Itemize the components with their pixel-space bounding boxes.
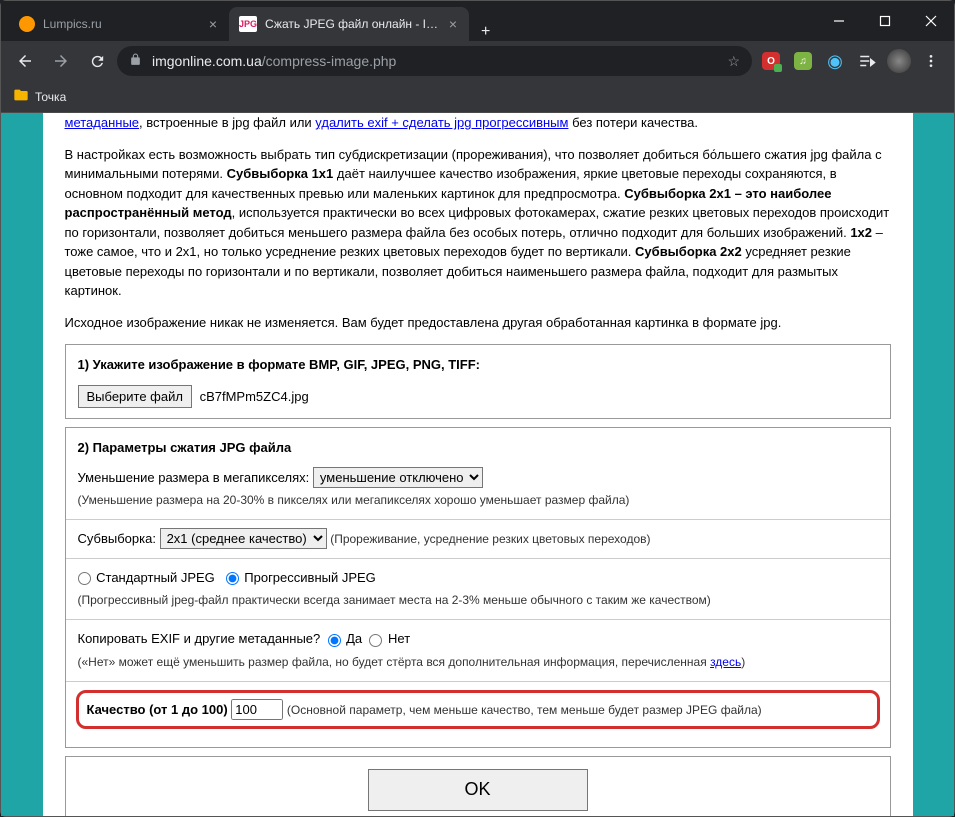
close-window-button[interactable] bbox=[908, 1, 954, 41]
close-icon[interactable]: × bbox=[207, 14, 219, 34]
new-tab-button[interactable]: + bbox=[469, 23, 502, 41]
favicon-icon: JPG bbox=[239, 16, 257, 32]
ok-button[interactable]: OK bbox=[368, 769, 588, 811]
megapixels-select[interactable]: уменьшение отключено bbox=[313, 467, 483, 488]
link-exif-info[interactable]: здесь bbox=[710, 655, 741, 669]
param-exif: Копировать EXIF и другие метаданные? Да … bbox=[78, 628, 878, 672]
folder-icon bbox=[13, 87, 29, 106]
toolbar: imgonline.com.ua/compress-image.php ☆ O … bbox=[1, 41, 954, 81]
section-title: 1) Укажите изображение в формате BMP, GI… bbox=[78, 355, 878, 375]
lock-icon bbox=[129, 53, 142, 69]
tab-title: Сжать JPEG файл онлайн - IMG bbox=[265, 17, 439, 31]
hint: (Уменьшение размера на 20-30% в пикселях… bbox=[78, 493, 630, 507]
radio-exif-no[interactable]: Нет bbox=[369, 631, 410, 646]
selected-filename: cB7fMPm5ZC4.jpg bbox=[200, 389, 309, 404]
label: Уменьшение размера в мегапикселях: bbox=[78, 470, 310, 485]
section-submit: OK Обработка обычно длится 0.5-20 секунд… bbox=[65, 756, 891, 816]
tab-imgonline[interactable]: JPG Сжать JPEG файл онлайн - IMG × bbox=[229, 7, 469, 41]
minimize-button[interactable] bbox=[816, 1, 862, 41]
viewport[interactable]: метаданные, встроенные в jpg файл или уд… bbox=[1, 113, 954, 816]
quality-label: Качество (от 1 до 100) bbox=[87, 702, 228, 717]
titlebar: Lumpics.ru × JPG Сжать JPEG файл онлайн … bbox=[1, 1, 954, 41]
window-controls bbox=[816, 1, 954, 41]
subsampling-select[interactable]: 2x1 (среднее качество) bbox=[160, 528, 327, 549]
separator bbox=[66, 681, 890, 682]
radio-exif-yes[interactable]: Да bbox=[328, 631, 363, 646]
profile-avatar[interactable] bbox=[884, 46, 914, 76]
hint: (Прореживание, усреднение резких цветовы… bbox=[330, 532, 650, 546]
star-icon[interactable]: ☆ bbox=[727, 53, 740, 70]
menu-button[interactable] bbox=[916, 46, 946, 76]
disclaimer-paragraph: Исходное изображение никак не изменяется… bbox=[65, 313, 891, 333]
label: Субвыборка: bbox=[78, 531, 156, 546]
quality-highlighted-row: Качество (от 1 до 100) (Основной парамет… bbox=[76, 690, 880, 729]
param-subsampling: Субвыборка: 2x1 (среднее качество) (Прор… bbox=[78, 528, 878, 550]
choose-file-button[interactable]: Выберите файл bbox=[78, 385, 192, 408]
param-jpeg-type: Стандартный JPEG Прогрессивный JPEG (Про… bbox=[78, 567, 878, 611]
separator bbox=[66, 619, 890, 620]
link-metadata[interactable]: метаданные bbox=[65, 115, 140, 130]
intro-paragraph: метаданные, встроенные в jpg файл или уд… bbox=[65, 113, 891, 133]
page-content: метаданные, встроенные в jpg файл или уд… bbox=[43, 113, 913, 816]
param-megapixels: Уменьшение размера в мегапикселях: умень… bbox=[78, 467, 878, 511]
subsampling-paragraph: В настройках есть возможность выбрать ти… bbox=[65, 145, 891, 301]
extension-music[interactable]: ♫ bbox=[788, 46, 818, 76]
address-bar[interactable]: imgonline.com.ua/compress-image.php ☆ bbox=[117, 46, 752, 76]
close-icon[interactable]: × bbox=[447, 14, 459, 34]
maximize-button[interactable] bbox=[862, 1, 908, 41]
tab-lumpics[interactable]: Lumpics.ru × bbox=[9, 7, 229, 41]
reload-button[interactable] bbox=[81, 45, 113, 77]
extension-blocker[interactable]: O bbox=[756, 46, 786, 76]
radio-standard[interactable]: Стандартный JPEG bbox=[78, 570, 215, 585]
section-file-select: 1) Укажите изображение в формате BMP, GI… bbox=[65, 344, 891, 419]
separator bbox=[66, 558, 890, 559]
bookmarks-bar: Точка bbox=[1, 81, 954, 113]
bookmark-label: Точка bbox=[35, 90, 66, 104]
label: Копировать EXIF и другие метаданные? bbox=[78, 631, 321, 646]
hint: (Основной параметр, чем меньше качество,… bbox=[287, 703, 762, 717]
back-button[interactable] bbox=[9, 45, 41, 77]
extension-globe[interactable]: ◉ bbox=[820, 46, 850, 76]
radio-progressive[interactable]: Прогрессивный JPEG bbox=[226, 570, 376, 585]
tab-title: Lumpics.ru bbox=[43, 17, 199, 31]
bookmark-folder[interactable]: Точка bbox=[13, 87, 66, 106]
extensions-area: O ♫ ◉ bbox=[756, 46, 946, 76]
tab-strip: Lumpics.ru × JPG Сжать JPEG файл онлайн … bbox=[1, 1, 816, 41]
quality-input[interactable] bbox=[231, 699, 283, 720]
url-text: imgonline.com.ua/compress-image.php bbox=[152, 53, 717, 69]
separator bbox=[66, 519, 890, 520]
hint: («Нет» может ещё уменьшить размер файла,… bbox=[78, 655, 746, 669]
section-compression-params: 2) Параметры сжатия JPG файла Уменьшение… bbox=[65, 427, 891, 748]
section-title: 2) Параметры сжатия JPG файла bbox=[78, 438, 878, 458]
forward-button[interactable] bbox=[45, 45, 77, 77]
favicon-icon bbox=[19, 16, 35, 32]
reading-list-icon[interactable] bbox=[852, 46, 882, 76]
hint: (Прогрессивный jpeg-файл практически все… bbox=[78, 593, 711, 607]
link-exif[interactable]: удалить exif + сделать jpg прогрессивным bbox=[315, 115, 568, 130]
